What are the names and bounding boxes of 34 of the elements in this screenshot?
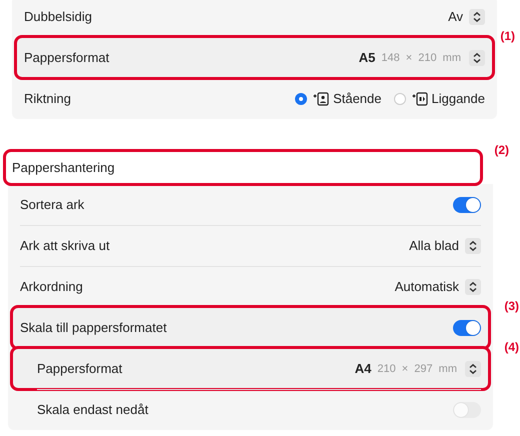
callout-label: (3) [504,299,519,313]
stepper-icon[interactable] [465,238,481,254]
callout-label: (4) [504,340,519,354]
popup-value[interactable]: Av [448,9,463,24]
setting-label: Skala till pappersformatet [20,320,168,335]
setting-label: Skala endast nedåt [37,402,150,417]
setting-label: Arkordning [20,279,84,294]
stepper-icon[interactable] [465,360,481,376]
popup-value[interactable]: Alla blad [409,238,459,253]
portrait-orientation-icon [313,92,330,106]
setting-label: Pappersformat [24,50,110,65]
stepper-icon[interactable] [469,50,485,66]
paper-size: A4 [354,361,372,376]
landscape-orientation-icon [412,92,428,106]
paper-dimensions: 210 × 297 mm [377,362,457,374]
setting-label: Ark att skriva ut [20,238,111,253]
stepper-icon[interactable] [465,278,481,294]
setting-label: Pappersformat [37,361,124,376]
setting-label: Dubbelsidig [24,9,93,24]
paper-size: A5 [358,50,376,65]
callout-label: (2) [494,143,509,157]
setting-label: Riktning [24,91,72,106]
stepper-icon[interactable] [469,8,485,24]
radio-button[interactable] [295,92,308,104]
paper-dimensions: 148 × 210 mm [381,52,461,64]
toggle-switch[interactable] [453,196,481,212]
callout-label: (1) [500,29,515,43]
popup-value[interactable]: Automatisk [394,279,459,294]
toggle-switch[interactable] [453,320,481,336]
radio-label: Liggande [432,91,485,106]
radio-button[interactable] [394,92,406,104]
radio-label: Stående [333,91,382,106]
setting-label: Sortera ark [20,197,86,212]
section-title: Pappershantering [12,160,115,175]
